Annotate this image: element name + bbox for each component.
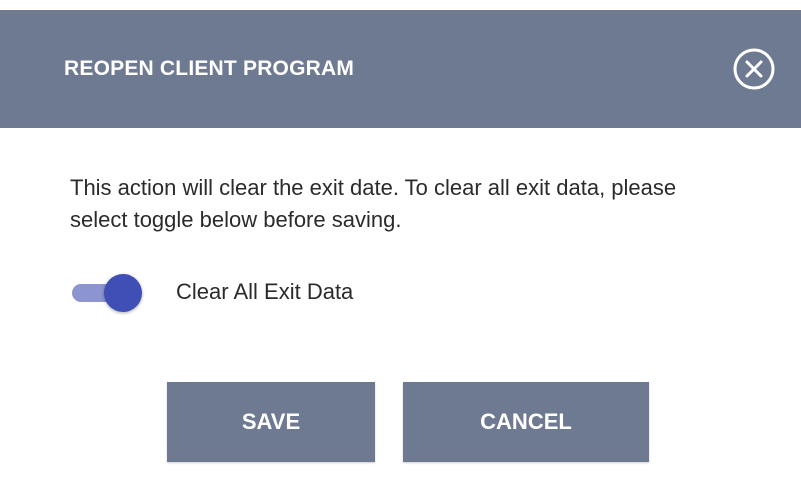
reopen-dialog: REOPEN CLIENT PROGRAM This action will c… [0,0,801,493]
close-circle-icon [733,48,775,90]
toggle-knob [104,274,142,312]
clear-exit-data-row: Clear All Exit Data [70,272,730,312]
dialog-title: REOPEN CLIENT PROGRAM [64,57,355,80]
save-button[interactable]: SAVE [167,382,375,462]
clear-exit-data-toggle[interactable] [70,272,142,312]
dialog-body: This action will clear the exit date. To… [70,172,730,312]
toggle-label: Clear All Exit Data [176,279,354,304]
dialog-header: REOPEN CLIENT PROGRAM [0,10,801,128]
dialog-message: This action will clear the exit date. To… [70,175,677,232]
close-button[interactable] [731,46,777,92]
cancel-button[interactable]: CANCEL [403,382,649,462]
